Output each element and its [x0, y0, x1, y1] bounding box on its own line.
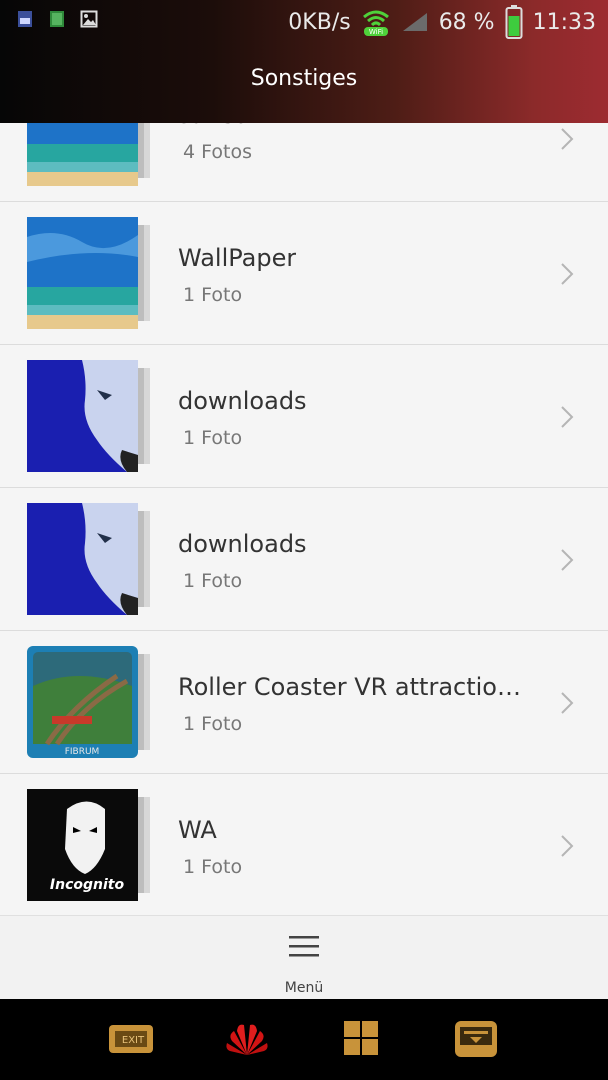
menu-label: Menü: [284, 980, 324, 996]
album-row-wa[interactable]: Incognito WA 1 Foto: [0, 775, 608, 915]
image-icon: [80, 10, 98, 28]
system-nav-bar: EXIT: [0, 999, 608, 1080]
status-bar: 0KB/s WiFi 68 % 11:33: [0, 0, 608, 44]
grid-icon[interactable]: [336, 1019, 386, 1059]
album-thumbnail: [27, 503, 138, 615]
album-row-wallpaper[interactable]: WallPaper 1 Foto: [0, 203, 608, 345]
app-header: 0KB/s WiFi 68 % 11:33 Sonstiges: [0, 0, 608, 123]
album-name: Roller Coaster VR attraction…: [178, 673, 528, 701]
hamburger-menu-icon: [289, 936, 319, 957]
album-count: 1 Foto: [183, 427, 243, 449]
chevron-right-icon: [561, 406, 574, 428]
thumbnail-text: Incognito: [50, 877, 125, 893]
album-row-downloads-2[interactable]: downloads 1 Foto: [0, 489, 608, 631]
battery-icon: [505, 5, 523, 39]
wifi-icon: WiFi: [362, 10, 389, 36]
menu-button[interactable]: Menü: [264, 920, 344, 998]
signal-icon: [402, 13, 427, 31]
album-name: saved: [178, 123, 249, 129]
chevron-right-icon: [561, 549, 574, 571]
exit-icon[interactable]: EXIT: [107, 1019, 157, 1059]
album-count: 1 Foto: [183, 713, 243, 735]
network-speed: 0KB/s: [288, 9, 351, 35]
bottom-menu-bar: Menü: [0, 915, 608, 999]
album-thumbnail: Incognito: [27, 789, 138, 901]
wifi-label: WiFi: [369, 28, 383, 36]
chevron-right-icon: [561, 263, 574, 285]
clock: 11:33: [532, 9, 596, 35]
album-thumbnail: [27, 123, 138, 186]
chevron-right-icon: [561, 692, 574, 714]
page-title: Sonstiges: [250, 66, 358, 91]
chevron-right-icon: [561, 835, 574, 857]
album-row-downloads[interactable]: downloads 1 Foto: [0, 346, 608, 488]
card-icon[interactable]: [452, 1019, 502, 1059]
album-thumbnail: [27, 217, 138, 329]
album-row-saved[interactable]: saved 4 Fotos: [0, 123, 608, 202]
exit-label: EXIT: [122, 1035, 145, 1046]
battery-percent: 68 %: [438, 9, 495, 35]
album-name: downloads: [178, 387, 307, 415]
album-count: 1 Foto: [183, 284, 243, 306]
app-icon: [50, 11, 64, 27]
album-row-roller-coaster[interactable]: FIBRUM Roller Coaster VR attraction… 1 F…: [0, 632, 608, 774]
chevron-right-icon: [561, 128, 574, 150]
album-name: WA: [178, 816, 217, 844]
album-count: 1 Foto: [183, 856, 243, 878]
album-thumbnail: FIBRUM: [27, 646, 138, 758]
album-name: downloads: [178, 530, 307, 558]
sim-icon: [18, 11, 32, 27]
album-name: WallPaper: [178, 244, 297, 272]
album-list[interactable]: saved 4 Fotos WallPaper 1 Foto: [0, 123, 608, 915]
huawei-logo-icon[interactable]: [222, 1019, 272, 1059]
thumbnail-brand-text: FIBRUM: [65, 747, 100, 757]
album-count: 4 Fotos: [183, 141, 252, 163]
album-thumbnail: [27, 360, 138, 472]
album-count: 1 Foto: [183, 570, 243, 592]
